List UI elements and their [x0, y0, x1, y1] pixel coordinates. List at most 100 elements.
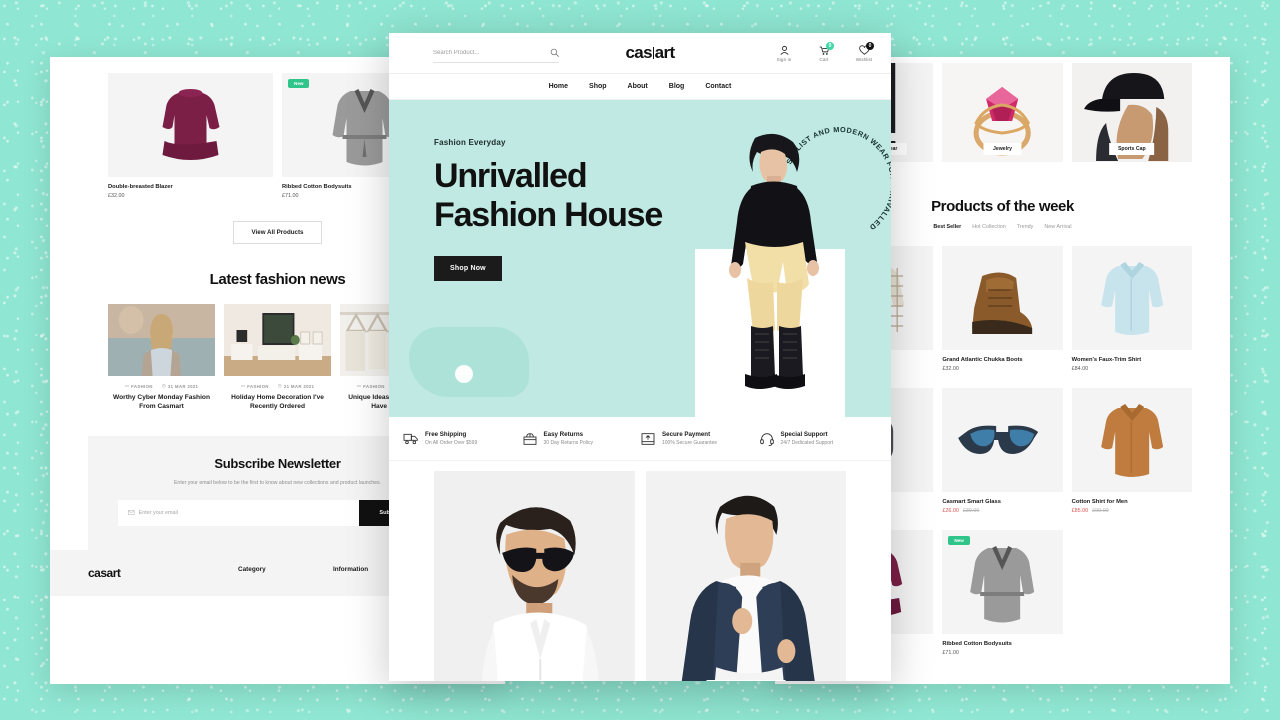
wishlist-action[interactable]: 0 Wishlist [851, 41, 877, 62]
product-name: Casmart Smart Glass [942, 499, 1001, 505]
cart-action[interactable]: 0 Cart [811, 41, 837, 62]
product-card[interactable]: Women's Faux-Trim Shirt £84.00 [1071, 246, 1192, 372]
feature-title: Easy Returns [543, 431, 584, 439]
new-badge: New [288, 79, 310, 88]
logo-part1: cas [625, 43, 653, 62]
feature-title: Special Support [780, 431, 828, 439]
search-input[interactable] [433, 49, 550, 56]
blog-post-card[interactable]: ▭ FASHION ◷ 31 MAR 2021 Worthy Cyber Mon… [108, 304, 215, 412]
fashion-model-illustration [729, 133, 819, 389]
chukka-boot-illustration [972, 272, 1033, 334]
product-card[interactable]: Casmart Smart Glass £26.00 £39.00 [942, 388, 1063, 514]
nav-item-contact[interactable]: Contact [705, 83, 731, 90]
feature-easy-returns: Easy Returns 30 Day Returns Policy [522, 431, 641, 447]
old-price: £39.00 [962, 508, 980, 514]
user-icon [779, 45, 789, 55]
nav-item-about[interactable]: About [628, 83, 648, 90]
search-bar[interactable] [433, 44, 559, 63]
sign-in-label: Sign in [776, 56, 792, 62]
product-name: Grand Atlantic Chukka Boots [942, 357, 1023, 363]
blog-meta: ▭ FASHION ◷ 21 MAR 2021 [224, 383, 331, 389]
decorative-blob [409, 327, 529, 397]
man-jacket-photo [645, 471, 846, 681]
category-label: Sunglass & Eye [497, 680, 572, 681]
tab-hot-collection[interactable]: Hot Collection [972, 224, 1006, 230]
feature-free-shipping: Free Shipping On All Order Over $599 [403, 431, 522, 447]
bodysuit-illustration [970, 546, 1035, 623]
woman-outdoors-photo [108, 304, 215, 376]
sunglasses-illustration [958, 425, 1039, 454]
blog-category: ▭ FASHION [124, 383, 153, 389]
product-price: £32.00 [942, 366, 959, 372]
feature-subtitle: 100% Secure Guarantee [662, 439, 718, 446]
product-name: Cotton Shirt for Men [1071, 499, 1128, 505]
view-all-products-button[interactable]: View All Products [232, 221, 323, 244]
newsletter-email-input[interactable] [138, 499, 350, 526]
feature-title: Free Shipping [425, 431, 467, 439]
feature-strip: Free Shipping On All Order Over $599 Eas… [389, 417, 891, 461]
product-price: £26.00 £39.00 [942, 508, 1062, 514]
nav-item-home[interactable]: Home [549, 83, 568, 90]
product-thumbnail [1071, 388, 1192, 492]
blog-image [224, 304, 331, 376]
sale-price: £85.00 [1071, 508, 1089, 514]
site-header: casart Sign in 0 Cart 0 [389, 33, 891, 74]
blog-post-card[interactable]: ▭ FASHION ◷ 21 MAR 2021 Holiday Home Dec… [224, 304, 331, 412]
cart-badge: 0 [826, 41, 834, 50]
footer-logo[interactable]: casart [88, 566, 238, 580]
category-card-sports-cap[interactable]: Sports Cap [1071, 63, 1192, 162]
returns-icon [523, 432, 536, 445]
blog-date: ◷ 31 MAR 2021 [161, 383, 199, 389]
product-thumbnail [1071, 246, 1192, 350]
blog-category: ▭ FASHION [240, 383, 269, 389]
wishlist-label: Wishlist [855, 56, 873, 62]
envelope-icon [128, 510, 135, 515]
shop-now-button[interactable]: Shop Now [434, 255, 502, 281]
living-room-photo [224, 304, 331, 376]
blog-title-line2: Recently Ordered [250, 402, 305, 410]
tab-best-seller[interactable]: Best Seller [933, 224, 961, 230]
feature-subtitle: 24/7 Dedicated Support [780, 439, 834, 446]
search-icon[interactable] [550, 48, 559, 57]
brown-shirt-illustration [1100, 404, 1163, 477]
category-card-active-outdoor[interactable]: Active & Outdoor [645, 471, 846, 681]
hero-title: Unrivalled Fashion House [434, 157, 714, 236]
blog-meta: ▭ FASHION ◷ 31 MAR 2021 [108, 383, 215, 389]
blog-title-line2: From Casmart [139, 402, 184, 410]
nav-item-shop[interactable]: Shop [589, 83, 607, 90]
hero-eyebrow: Fashion Everyday [434, 138, 506, 147]
tab-new-arrival[interactable]: New Arrival [1044, 224, 1071, 230]
product-name: Ribbed Cotton Bodysuits [942, 641, 1012, 647]
feature-subtitle: 30 Day Returns Policy [543, 439, 593, 446]
old-price: £99.00 [1092, 508, 1109, 514]
main-page-preview[interactable]: casart Sign in 0 Cart 0 [389, 33, 891, 681]
tab-trendy[interactable]: Trendy [1017, 224, 1034, 230]
product-name: Double-breasted Blazer [108, 184, 173, 190]
payment-icon [641, 432, 655, 445]
blue-shirt-illustration [1100, 262, 1163, 335]
sign-in-action[interactable]: Sign in [771, 45, 797, 62]
blog-category: ▭ FASHION [356, 383, 385, 389]
footer-logo-part1: cas [88, 565, 107, 580]
product-card[interactable]: Grand Atlantic Chukka Boots £32.00 [942, 246, 1063, 372]
product-card-placeholder [1072, 530, 1192, 656]
product-price: £32.00 [108, 193, 125, 199]
category-label: Jewelry [983, 143, 1022, 155]
site-logo[interactable]: cas art [559, 43, 741, 63]
nav-item-blog[interactable]: Blog [669, 83, 685, 90]
footer-logo-part2: art [106, 565, 121, 580]
product-price: £85.00 £99.00 [1072, 508, 1192, 514]
hero-image: STYLIST AND MODERN WEAR FOR UNRIVALLED [679, 100, 891, 417]
product-card[interactable]: Double-breasted Blazer £32.00 [108, 73, 273, 199]
product-card[interactable]: New Ribbed Cotton Bodysuits £71.00 [942, 530, 1063, 656]
product-card[interactable]: Cotton Shirt for Men £85.00 £99.00 [1071, 388, 1192, 514]
category-card-jewelry[interactable]: Jewelry [942, 63, 1063, 162]
hero-title-line2: Fashion House [434, 196, 663, 235]
cart-label: Cart [819, 56, 829, 62]
product-thumbnail [942, 388, 1063, 492]
product-price: £71.00 [942, 650, 959, 656]
man-sunglasses-photo [434, 471, 635, 681]
hero-copy: Fashion Everyday Unrivalled Fashion Hous… [434, 138, 714, 281]
category-card-sunglass-eye[interactable]: Sunglass & Eye [434, 471, 635, 681]
footer-column-category[interactable]: Category [238, 566, 333, 573]
